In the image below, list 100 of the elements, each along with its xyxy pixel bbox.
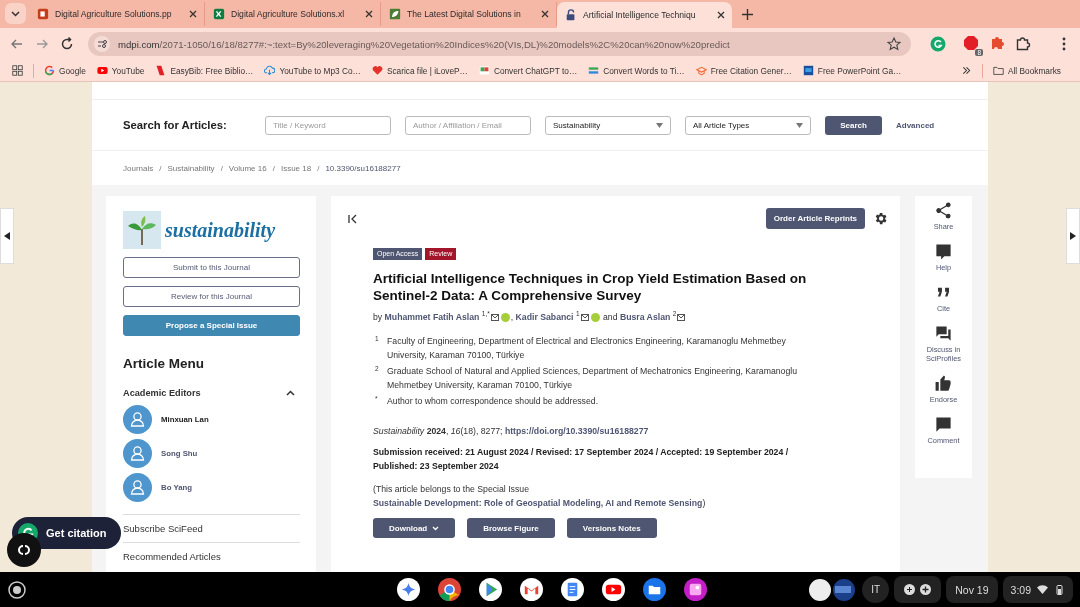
bookmark[interactable]: EasyBib: Free Biblio… xyxy=(155,65,254,76)
affiliation-text: Author to whom correspondence should be addressed. xyxy=(387,395,599,409)
extension-icon[interactable] xyxy=(990,36,1006,52)
folder-icon[interactable] xyxy=(643,578,666,601)
article-menu-heading: Article Menu xyxy=(123,356,205,371)
dropdown[interactable]: Sustainability xyxy=(545,115,671,135)
author-link[interactable]: Kadir Sabanci xyxy=(515,311,574,322)
journal-button[interactable]: Review for this Journal xyxy=(123,286,300,307)
bookmark[interactable]: Free PowerPoint Ga… xyxy=(802,65,902,76)
language-indicator[interactable]: IT xyxy=(862,576,890,603)
graduation-cap-icon xyxy=(695,65,707,76)
author-link[interactable]: Busra Aslan xyxy=(619,311,671,322)
article-title: Artificial Intelligence Techniques in Crop Yield Estimation Based on Sentinel-2 Data: A Comprehensive Survey xyxy=(373,270,808,304)
chevrons-icon[interactable] xyxy=(960,65,972,76)
bookmark[interactable]: YouTube to Mp3 Co… xyxy=(264,65,361,76)
breadcrumb-link[interactable]: Issue 18 xyxy=(280,163,312,173)
bookmarks-folder[interactable]: All Bookmarks xyxy=(992,65,1061,76)
advanced-link[interactable]: Advanced xyxy=(896,120,935,130)
breadcrumb-separator: / xyxy=(159,163,162,173)
side-panel-handle[interactable] xyxy=(0,208,14,264)
reload-icon[interactable] xyxy=(59,36,75,52)
chevron-down-icon xyxy=(11,10,20,17)
citation-line: Sustainability 2024, 16(18), 8277; https://doi.org/10.3390/su16188277 xyxy=(373,426,650,437)
video-play-icon[interactable] xyxy=(602,578,625,601)
action-button[interactable]: Versions Notes xyxy=(566,518,657,539)
affiliation-text: Faculty of Engineering, Department of Electrical and Electronics Engineering, Karamanoglu Mehmetbey University, Karaman 70100, Türkiye xyxy=(387,335,787,363)
breadcrumb-link[interactable]: Journals xyxy=(123,163,154,173)
action-button[interactable]: Download xyxy=(373,518,456,539)
search-field[interactable]: Author / Affiliation / Email xyxy=(405,115,531,135)
section-heading: Academic Editors xyxy=(123,388,201,398)
journal-button[interactable]: Submit to this Journal xyxy=(123,257,300,278)
bookmark[interactable]: Google xyxy=(44,65,86,76)
caret-icon xyxy=(656,122,663,128)
window-thumbnails-icon[interactable] xyxy=(807,578,858,601)
journal-button[interactable]: Propose a Special Issue xyxy=(123,315,300,336)
star-icon[interactable] xyxy=(886,36,902,52)
tray-buttons[interactable] xyxy=(894,576,942,603)
bookmark[interactable]: YouTube xyxy=(96,65,145,76)
special-issue-note: (This article belongs to the Special Issue Sustainable Development: Role of Geospatial Modeling, AI and Remote Sensing) xyxy=(373,483,707,511)
status-area[interactable]: 3:09 xyxy=(1002,576,1073,603)
search-field[interactable]: Title / Keyword xyxy=(265,115,391,135)
avatar-icon xyxy=(123,405,152,434)
bookmark[interactable]: Convert ChatGPT to… xyxy=(478,65,578,76)
search-label: Search for Articles: xyxy=(123,119,228,131)
author-link[interactable]: Muhammet Fatih Aslan xyxy=(384,311,480,322)
bookmark[interactable]: Scarica file | iLoveP… xyxy=(371,65,468,76)
close-icon[interactable] xyxy=(189,10,197,18)
apps-grid-icon[interactable] xyxy=(12,65,23,76)
mail-icon[interactable] xyxy=(677,314,686,322)
publication-dates: Submission received: 21 August 2024 / Revised: 17 September 2024 / Accepted: 19 September 2024 / Published: 23 September 2024 xyxy=(373,446,790,474)
breadcrumb-separator: / xyxy=(317,163,320,173)
menu-link[interactable]: Subscribe SciFeed xyxy=(123,514,300,542)
breadcrumb-link[interactable]: Sustainability xyxy=(167,163,215,173)
gallery-icon[interactable] xyxy=(684,578,707,601)
heart-icon xyxy=(371,65,383,76)
mail-icon[interactable] xyxy=(580,314,589,322)
menu-link[interactable]: Recommended Articles xyxy=(123,542,300,570)
dropdown[interactable]: All Article Types xyxy=(685,115,811,135)
close-icon[interactable] xyxy=(365,10,373,18)
sprout-logo-icon xyxy=(123,211,161,249)
close-icon[interactable] xyxy=(717,11,725,19)
reprints-button[interactable]: Order Article Reprints xyxy=(765,208,865,229)
bookmark[interactable]: Free Citation Gener… xyxy=(695,65,792,76)
cloud-download-icon xyxy=(264,65,276,76)
sparkle-icon[interactable] xyxy=(397,578,420,601)
folder-icon xyxy=(992,65,1004,76)
collapse-caret-icon[interactable] xyxy=(286,390,295,396)
breadcrumb-separator: / xyxy=(272,163,275,173)
comment-icon xyxy=(934,415,953,434)
wifi-icon xyxy=(1037,584,1048,595)
browser-tab[interactable]: Artificial Intelligence Techniqu xyxy=(557,2,732,28)
triangle-play-icon[interactable] xyxy=(479,578,502,601)
close-icon[interactable] xyxy=(541,10,549,18)
browser-icon[interactable] xyxy=(438,578,461,601)
browser-tab[interactable]: Digital Agriculture Solutions.pp xyxy=(29,2,205,26)
bookmark[interactable]: Convert Words to Ti… xyxy=(588,65,685,76)
settings-icon[interactable] xyxy=(873,211,888,226)
tab-search-button[interactable] xyxy=(5,3,26,24)
browser-tab[interactable]: Digital Agriculture Solutions.xl xyxy=(205,2,381,26)
address-bar[interactable]: mdpi.com/2071-1050/16/18/8277#:~:text=By%20leveraging%20Vegetation%20Indices%20(VIs,DL)%20models%2C%20can%20now%20predict xyxy=(88,32,911,56)
side-panel-handle[interactable] xyxy=(1066,208,1080,264)
spreadsheet-file-icon xyxy=(213,8,225,20)
action-button[interactable]: Browse Figure xyxy=(467,518,555,539)
slides-file-icon xyxy=(37,8,49,20)
search-button[interactable]: Search xyxy=(825,115,882,135)
help-icon xyxy=(934,242,953,261)
launcher-icon[interactable] xyxy=(7,579,27,600)
document-icon[interactable] xyxy=(561,578,584,601)
site-settings-icon[interactable] xyxy=(94,36,110,52)
new-tab-icon[interactable] xyxy=(742,9,753,20)
mail-icon[interactable] xyxy=(490,314,499,322)
envelope-icon[interactable] xyxy=(520,578,543,601)
puzzle-icon[interactable] xyxy=(1015,36,1031,52)
doi-link[interactable]: https://doi.org/10.3390/su16188277 xyxy=(504,426,649,437)
book-icon xyxy=(155,65,167,76)
date-button[interactable]: Nov 19 xyxy=(946,576,998,603)
breadcrumb-link[interactable]: Volume 16 xyxy=(228,163,267,173)
chat-bubbles-icon xyxy=(934,324,953,343)
collapse-sidebar-icon[interactable] xyxy=(348,213,358,224)
breadcrumb-link[interactable]: 10.3390/su16188277 xyxy=(325,163,401,173)
